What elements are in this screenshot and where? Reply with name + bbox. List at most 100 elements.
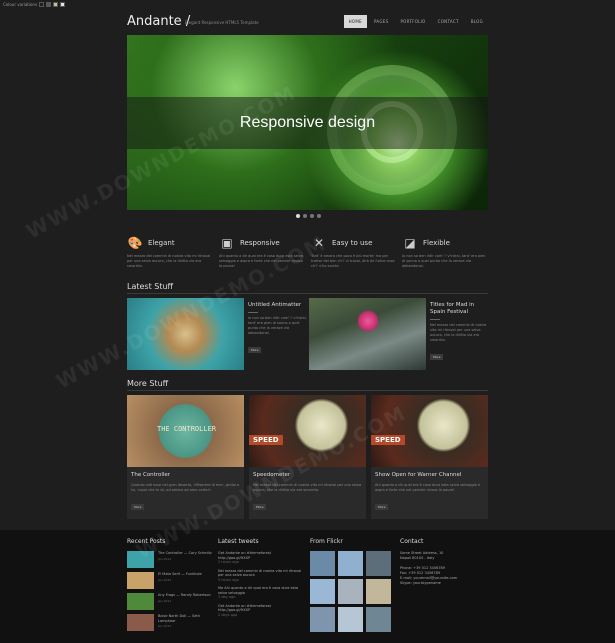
feature-text: Io non so ben ridir com' i' v'intrai, ta… xyxy=(402,254,486,268)
card-title[interactable]: Show Open for Warner Channel xyxy=(375,472,484,478)
flickr-photo[interactable] xyxy=(338,579,363,604)
tweet-time: 2 days ago xyxy=(218,612,238,617)
post-image[interactable] xyxy=(309,298,426,370)
post-thumbnail[interactable] xyxy=(127,593,154,610)
color-variations: Colour variations xyxy=(3,2,66,7)
tweet-text: Get Andante on #themeforest http://goo.g… xyxy=(218,551,271,560)
recent-post-title[interactable]: The Controller — Cory Schmitz xyxy=(158,551,212,556)
more-button[interactable]: More xyxy=(131,504,145,510)
post-summary: Titles for Mad in Spain Festival Nel mez… xyxy=(430,302,490,362)
nav-blog[interactable]: BLOG xyxy=(466,15,488,28)
hero-slider[interactable]: Responsive design xyxy=(127,35,488,210)
palette-icon: 🎨 xyxy=(127,236,143,250)
flickr-photo[interactable] xyxy=(338,551,363,576)
flickr-grid xyxy=(310,551,391,632)
post-text: Io non so ben ridir com' i' v'intrai, ta… xyxy=(248,316,307,335)
flickr-heading: From Flickr xyxy=(310,538,343,545)
slider-dot[interactable] xyxy=(317,214,321,218)
feature-title: Elegant xyxy=(148,239,175,247)
feature-text: Ahi quanto a dir qual era è cosa dura es… xyxy=(219,254,303,268)
card-title[interactable]: Speedometer xyxy=(253,472,362,478)
post-summary: Untitled Antimatter Io non so ben ridir … xyxy=(248,302,308,355)
slider-dot[interactable] xyxy=(303,214,307,218)
color-swatch-sand[interactable] xyxy=(53,2,59,7)
card-overlay-text: SPEED xyxy=(249,435,283,445)
flickr-widget: From Flickr xyxy=(310,538,391,632)
portfolio-card[interactable]: SPEED Speedometer Nel mezzo del cammin d… xyxy=(249,395,366,519)
tweet-text: Get Andante on #themeforest http://goo.g… xyxy=(218,603,271,613)
nav-home[interactable]: HOME xyxy=(343,15,367,28)
flickr-photo[interactable] xyxy=(338,607,363,632)
site-footer: Recent Posts The Controller — Cory Schmi… xyxy=(0,530,615,643)
flickr-photo[interactable] xyxy=(366,607,391,632)
section-divider xyxy=(127,390,488,391)
nav-contact[interactable]: CONTACT xyxy=(433,15,464,28)
recent-posts-heading: Recent Posts xyxy=(127,538,166,545)
card-image[interactable]: SPEED xyxy=(371,395,488,467)
latest-tweets-heading: Latest tweets xyxy=(218,538,259,545)
slider-dot[interactable] xyxy=(296,214,300,218)
more-stuff-heading: More Stuff xyxy=(127,379,169,388)
features-row: 🎨 Elegant Nel mezzo del cammin di nostra… xyxy=(127,236,488,276)
contact-skype[interactable]: Skype: yourskypename xyxy=(400,581,490,586)
tweet-time: 5 hours ago xyxy=(218,577,239,582)
feature-responsive: ▣ Responsive Ahi quanto a dir qual era è… xyxy=(219,236,304,269)
feature-title: Responsive xyxy=(240,239,280,247)
recent-posts: Recent Posts The Controller — Cory Schmi… xyxy=(127,538,212,635)
nav-portfolio[interactable]: PORTFOLIO xyxy=(395,15,430,28)
more-button[interactable]: More xyxy=(375,504,389,510)
slide-caption-band: Responsive design xyxy=(127,97,488,149)
flickr-photo[interactable] xyxy=(366,551,391,576)
flickr-photo[interactable] xyxy=(310,607,335,632)
card-image[interactable]: THE CONTROLLER xyxy=(127,395,244,467)
nav-pages[interactable]: PAGES xyxy=(369,15,394,28)
tweet-text: Ma Ahi quanto a dir qual era è cosa dura… xyxy=(218,586,298,595)
flickr-photo[interactable] xyxy=(366,579,391,604)
recent-post-date: Jan 2012 xyxy=(158,624,172,628)
tweet-time: 1 day ago xyxy=(218,595,236,599)
card-image[interactable]: SPEED xyxy=(249,395,366,467)
divider xyxy=(430,319,440,320)
list-item[interactable]: El Mata Serif — Funkhole Jan 2012 xyxy=(127,572,212,590)
more-button[interactable]: More xyxy=(253,504,267,510)
paper-icon: ◪ xyxy=(404,236,416,250)
portfolio-card[interactable]: THE CONTROLLER The Controller Quando vid… xyxy=(127,395,244,519)
post-text: Nel mezzo del cammin di nostra vita mi r… xyxy=(430,323,487,342)
post-title[interactable]: Untitled Antimatter xyxy=(248,302,308,309)
recent-post-title[interactable]: El Mata Serif — Funkhole xyxy=(158,572,202,577)
tweet: Get Andante on #themeforest http://goo.g… xyxy=(218,604,303,618)
list-item[interactable]: Any Frogs — Randy Robertson Jan 2012 xyxy=(127,593,212,611)
tweet: Get Andante on #themeforest http://goo.g… xyxy=(218,551,303,565)
flickr-photo[interactable] xyxy=(310,579,335,604)
more-button[interactable]: More xyxy=(248,347,262,353)
card-overlay-text: SPEED xyxy=(371,435,405,445)
post-image[interactable] xyxy=(127,298,244,370)
post-thumbnail[interactable] xyxy=(127,551,154,568)
post-title[interactable]: Titles for Mad in Spain Festival xyxy=(430,302,490,316)
feature-flexible: ◪ Flexible Io non so ben ridir com' i' v… xyxy=(402,236,487,269)
contact-heading: Contact xyxy=(400,538,424,545)
color-swatch-gray[interactable] xyxy=(46,2,52,7)
post-thumbnail[interactable] xyxy=(127,572,154,589)
color-swatch-light[interactable] xyxy=(60,2,66,7)
card-title[interactable]: The Controller xyxy=(131,472,240,478)
feature-easy-to-use: ✕ Easy to use Tant' è amara che poco è p… xyxy=(311,236,396,269)
list-item[interactable]: The Controller — Cory Schmitz Jan 2012 xyxy=(127,551,212,569)
tweet-time: 2 hours ago xyxy=(218,560,239,564)
site-logo[interactable]: Andante / xyxy=(127,14,190,29)
feature-title: Flexible xyxy=(423,239,450,247)
card-text: Quando vidi esse nel gran deserto, «Mise… xyxy=(131,483,240,492)
recent-post-title[interactable]: Boise North Doll — Seth Lamphear xyxy=(158,614,212,623)
post-thumbnail[interactable] xyxy=(127,614,154,631)
more-button[interactable]: More xyxy=(430,354,444,360)
slide-caption: Responsive design xyxy=(239,114,376,131)
color-swatch-dark[interactable] xyxy=(39,2,45,7)
recent-post-title[interactable]: Any Frogs — Randy Robertson xyxy=(158,593,211,598)
portfolio-card[interactable]: SPEED Show Open for Warner Channel Ahi q… xyxy=(371,395,488,519)
list-item[interactable]: Boise North Doll — Seth Lamphear Jan 2012 xyxy=(127,614,212,632)
tools-icon: ✕ xyxy=(313,236,325,250)
slider-dot[interactable] xyxy=(310,214,314,218)
card-text: Ahi quanto a dir qual era è cosa dura es… xyxy=(375,483,481,492)
main-nav: HOME PAGES PORTFOLIO CONTACT BLOG xyxy=(343,15,488,28)
flickr-photo[interactable] xyxy=(310,551,335,576)
